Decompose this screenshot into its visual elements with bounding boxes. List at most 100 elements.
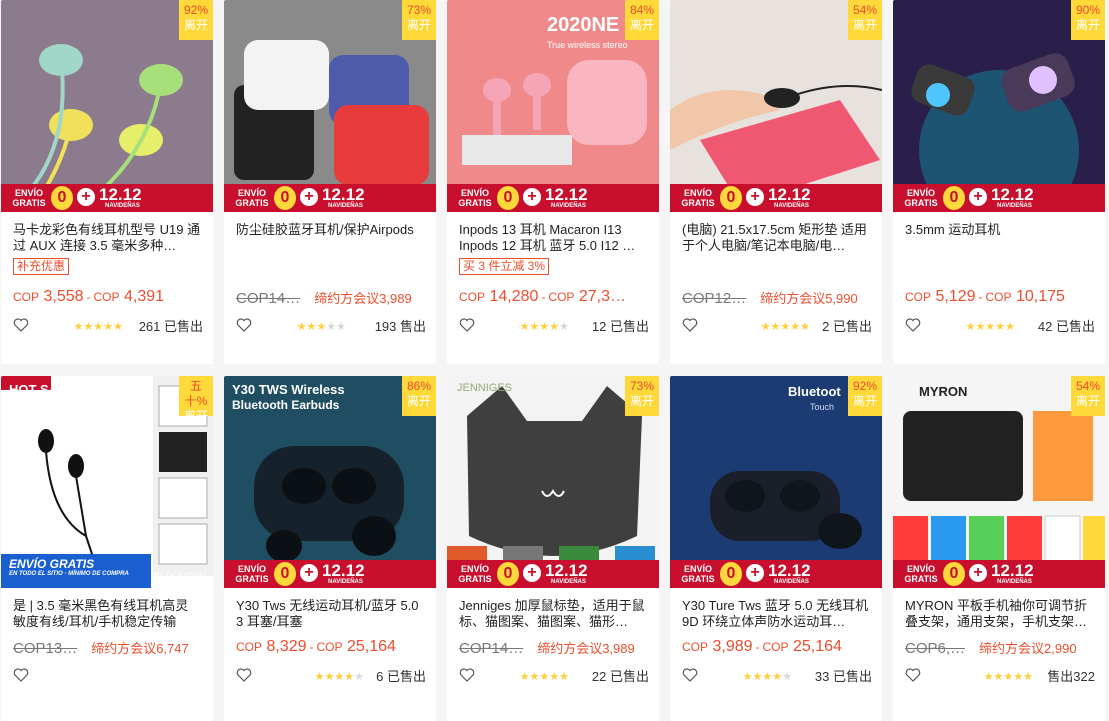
- currency-label: COP: [459, 290, 486, 304]
- product-grid: 92% 离开 ENVÍO GRATIS 0 +12.12 NAVIDEÑAS 马卡龙彩色有线…: [0, 0, 1109, 721]
- product-title[interactable]: Y30 Tws 无线运动耳机/蓝牙 5.0 3 耳塞/耳塞: [236, 598, 424, 630]
- product-title[interactable]: 防尘硅胶蓝牙耳机/保护Airpods: [236, 222, 424, 254]
- banner-envio: ENVÍO GRATIS: [681, 564, 715, 584]
- sold-count: 22 已售出: [591, 669, 649, 684]
- plus-icon: +: [523, 564, 541, 582]
- product-title[interactable]: 马卡龙彩色有线耳机型号 U19 通过 AUX 连接 3.5 毫米多种…: [13, 222, 201, 254]
- star-icon: ★: [539, 671, 550, 683]
- product-image[interactable]: 90% 离开 ENVÍO GRATIS 0 +12.12 NAVIDEÑAS: [893, 0, 1105, 212]
- product-title[interactable]: Jenniges 加厚鼠标垫，适用于鼠标、猫图案、猫图案、猫形…: [459, 598, 647, 630]
- discount-badge: 73% 离开: [402, 0, 436, 40]
- banner-navidenas: NAVIDEÑAS: [774, 203, 809, 209]
- image-overlay-subtext: True wireless stereo: [547, 40, 628, 50]
- product-title[interactable]: Inpods 13 耳机 Macaron I13 Inpods 12 耳机 蓝牙…: [459, 222, 647, 254]
- banner-navidenas: NAVIDEÑAS: [328, 203, 363, 209]
- product-card[interactable]: Bluetoot Touch 92% 离开 ENVÍO GRATIS 0 +12.12 NAV…: [670, 376, 882, 721]
- star-icon: ★: [965, 321, 976, 333]
- star-icon: ★: [83, 321, 94, 333]
- sold-count: 12 已售出: [591, 319, 649, 334]
- product-image[interactable]: Y30 TWS Wireless Bluetooth Earbuds 86% 离开 EN…: [224, 376, 436, 588]
- heart-icon[interactable]: [236, 318, 252, 332]
- discount-label: 离开: [629, 394, 654, 408]
- product-card[interactable]: JENNIGES 73% 离开 ENVÍO GRATIS 0 +12.12 NAVIDEÑA…: [447, 376, 659, 721]
- product-image[interactable]: Bluetoot Touch 92% 离开 ENVÍO GRATIS 0 +12.12 NAV…: [670, 376, 882, 588]
- star-icon: ★: [73, 321, 84, 333]
- star-icon: ★: [772, 671, 783, 683]
- star-icon: ★: [549, 671, 560, 683]
- product-card[interactable]: HOT SALE BUY NOW 五十% 离开 ENVÍO GRATIS EN TODO …: [1, 376, 213, 721]
- product-image[interactable]: 73% 离开 ENVÍO GRATIS 0 +12.12 NAVIDEÑAS: [224, 0, 436, 212]
- star-icon: ★: [1005, 321, 1015, 333]
- heart-icon[interactable]: [459, 318, 475, 332]
- product-image[interactable]: 54% 离开 ENVÍO GRATIS 0 +12.12 NAVIDEÑAS: [670, 0, 882, 212]
- product-meta: [13, 666, 203, 684]
- price-max: 4,391: [123, 288, 165, 305]
- heart-icon[interactable]: [905, 668, 921, 682]
- banner-zero: 0: [274, 562, 296, 586]
- heart-icon[interactable]: [13, 668, 29, 682]
- banner-promo: 12.12: [322, 185, 365, 204]
- star-icon: ★: [790, 321, 801, 333]
- product-image[interactable]: JENNIGES 73% 离开 ENVÍO GRATIS 0 +12.12 NAVIDEÑA…: [447, 376, 659, 588]
- product-image[interactable]: 92% 离开 ENVÍO GRATIS 0 +12.12 NAVIDEÑAS: [1, 0, 213, 212]
- discount-percent: 92%: [852, 379, 878, 393]
- currency-label: COP: [93, 290, 120, 304]
- banner-zero: 0: [720, 562, 742, 586]
- promo-banner: ENVÍO GRATIS 0 +12.12 NAVIDEÑAS: [447, 560, 659, 588]
- price-row: COP6,… 缔约方会议2,990: [905, 638, 1097, 658]
- product-image[interactable]: 2020NE True wireless stereo 84% 离开 ENVÍO GRA…: [447, 0, 659, 212]
- price-row: COP14… 缔约方会议3,989: [459, 638, 651, 658]
- product-card[interactable]: MYRON 54% 离开 ENVÍO GRATIS 0 +12.12 NAVIDEÑAS MY…: [893, 376, 1105, 721]
- plus-icon: +: [523, 188, 541, 206]
- star-icon: ★: [296, 321, 307, 333]
- negotiated-price: 缔约方会议2,990: [979, 641, 1077, 656]
- product-meta: ★★★★★ 12 已售出: [459, 316, 649, 334]
- product-title[interactable]: MYRON 平板手机袖你可调节折叠支架，通用支架，手机支架…: [905, 598, 1093, 630]
- product-image[interactable]: MYRON 54% 离开 ENVÍO GRATIS 0 +12.12 NAVIDEÑAS: [893, 376, 1105, 588]
- heart-icon[interactable]: [682, 318, 698, 332]
- banner-navidenas: NAVIDEÑAS: [997, 579, 1032, 585]
- heart-icon[interactable]: [236, 668, 252, 682]
- image-overlay-text: Bluetoot: [788, 384, 841, 399]
- currency-label: COP: [236, 640, 263, 654]
- promo-banner: ENVÍO GRATIS 0 +12.12 NAVIDEÑAS: [224, 184, 436, 212]
- banner-subtext: EN TODO EL SITIO · MÍNIMO DE COMPRA: [9, 571, 129, 577]
- star-icon: ★: [1003, 671, 1014, 683]
- star-icon: ★: [324, 671, 335, 683]
- product-title[interactable]: Y30 Ture Tws 蓝牙 5.0 无线耳机 9D 环绕立体声防水运动耳…: [682, 598, 870, 630]
- star-icon: ★: [559, 321, 569, 333]
- heart-icon[interactable]: [459, 668, 475, 682]
- banner-envio: ENVÍO GRATIS: [458, 188, 492, 208]
- product-card[interactable]: 73% 离开 ENVÍO GRATIS 0 +12.12 NAVIDEÑAS 防尘硅胶蓝牙耳…: [224, 0, 436, 364]
- banner-navidenas: NAVIDEÑAS: [997, 203, 1032, 209]
- product-card[interactable]: 92% 离开 ENVÍO GRATIS 0 +12.12 NAVIDEÑAS 马卡龙彩色有线…: [1, 0, 213, 364]
- star-icon: ★: [995, 321, 1006, 333]
- star-icon: ★: [800, 321, 810, 333]
- discount-badge: 54% 离开: [848, 0, 882, 40]
- banner-promo: 12.12: [99, 185, 142, 204]
- product-meta: ★★★★★ 261 已售出: [13, 316, 203, 334]
- product-title[interactable]: (电脑) 21.5x17.5cm 矩形垫 适用于个人电脑/笔记本电脑/电…: [682, 222, 870, 254]
- banner-zero: 0: [720, 186, 742, 210]
- banner-zero: 0: [51, 186, 73, 210]
- banner-promo: 12.12: [545, 561, 588, 580]
- product-meta: ★★★★★ 33 已售出: [682, 666, 872, 684]
- banner-navidenas: NAVIDEÑAS: [551, 203, 586, 209]
- rating-stars: ★★★★★: [520, 318, 569, 334]
- discount-badge: 92% 离开: [848, 376, 882, 416]
- star-icon: ★: [539, 321, 550, 333]
- discount-badge: 90% 离开: [1071, 0, 1105, 40]
- star-icon: ★: [334, 671, 345, 683]
- product-card[interactable]: 54% 离开 ENVÍO GRATIS 0 +12.12 NAVIDEÑAS (电脑) 21…: [670, 0, 882, 364]
- heart-icon[interactable]: [13, 318, 29, 332]
- product-card[interactable]: 2020NE True wireless stereo 84% 离开 ENVÍO GRA…: [447, 0, 659, 364]
- product-card[interactable]: Y30 TWS Wireless Bluetooth Earbuds 86% 离开 EN…: [224, 376, 436, 721]
- heart-icon[interactable]: [682, 668, 698, 682]
- product-image[interactable]: HOT SALE BUY NOW 五十% 离开 ENVÍO GRATIS EN TODO …: [1, 376, 213, 588]
- product-title[interactable]: 是 | 3.5 毫米黑色有线耳机高灵敏度有线/耳机/手机稳定传输: [13, 598, 201, 630]
- product-title[interactable]: 3.5mm 运动耳机: [905, 222, 1093, 254]
- plus-icon: +: [969, 564, 987, 582]
- heart-icon[interactable]: [905, 318, 921, 332]
- banner-promo: 12.12: [768, 561, 811, 580]
- product-card[interactable]: 90% 离开 ENVÍO GRATIS 0 +12.12 NAVIDEÑAS 3.5mm 运…: [893, 0, 1105, 364]
